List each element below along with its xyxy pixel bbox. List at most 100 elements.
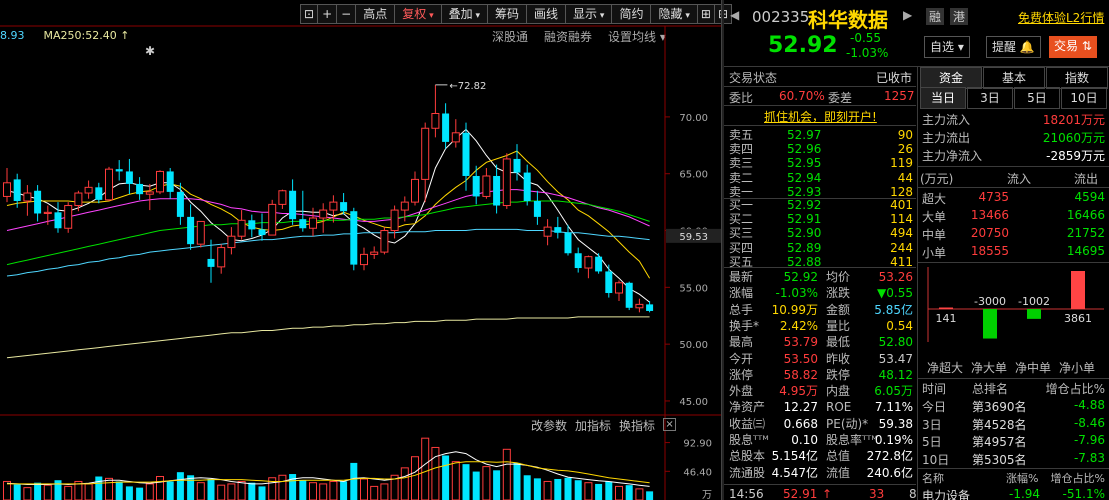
period-tab-10日[interactable]: 10日	[1061, 87, 1107, 109]
net-bar-value: -1002	[1018, 295, 1050, 308]
stats-row: 股息ᵀᵀᴹ 0.10 股息率ᵀᵀᴹ 0.19%	[729, 433, 913, 447]
volume-bar	[237, 480, 246, 500]
volume-bar	[543, 480, 552, 500]
volume-ma-line	[6, 451, 650, 487]
tick-arrow-icon: ↑	[822, 487, 833, 500]
l2-trial-link[interactable]: 免费体验L2行情	[1018, 9, 1104, 26]
fund-tab-指数[interactable]: 指数	[1046, 67, 1108, 89]
net-bar-value: 141	[936, 312, 957, 325]
ma-line-ma20	[6, 189, 650, 231]
volume-bar	[289, 474, 297, 500]
net-bar-净中单	[1027, 309, 1041, 319]
net-bar-净小单	[1071, 271, 1085, 309]
buys-row[interactable]: 买四 52.89 244	[729, 241, 919, 255]
candlestick-chart[interactable]: 70.0065.0060.0055.0050.0045.00←72.8259.5…	[0, 0, 721, 420]
volume-bar	[523, 475, 531, 500]
stats-row: 总手 10.99万 金额 5.85亿	[729, 302, 913, 317]
flow-value: 21060万元	[1042, 131, 1105, 145]
open-account-banner[interactable]: 抓住机会，即刻开户!	[764, 108, 877, 125]
flow-table-divider	[918, 187, 1109, 188]
volume-bar	[319, 483, 328, 500]
volume-bar	[166, 481, 174, 500]
volume-bar	[411, 456, 419, 500]
tick-price: 52.91	[783, 487, 818, 500]
close-indicator-icon[interactable]: ×	[663, 418, 677, 431]
period-tab-当日[interactable]: 当日	[920, 87, 966, 109]
indicator-toolbar: 改参数 加指标 换指标 ×	[531, 417, 677, 434]
candle	[340, 193, 348, 215]
stats-row: 净资产 12.27 ROE 7.11%	[729, 400, 913, 415]
trade-status-value: 已收市	[876, 71, 913, 85]
volume-bar	[105, 477, 113, 500]
prev-stock-icon[interactable]: ◀	[730, 8, 739, 22]
ma-line-ma10	[6, 150, 651, 279]
candle	[431, 84, 440, 138]
weibi-label: 委比	[729, 91, 754, 105]
candle	[625, 281, 633, 311]
volume-bar	[564, 477, 572, 500]
rank-row-pct: -7.96	[1073, 433, 1105, 447]
sells-row[interactable]: 卖五 52.97 90	[729, 128, 919, 142]
candle	[595, 253, 603, 274]
sells-row[interactable]: 卖三 52.95 119	[729, 156, 919, 170]
fund-tab-基本[interactable]: 基本	[983, 67, 1045, 89]
volume-bar	[13, 484, 21, 500]
volume-bar	[635, 488, 644, 500]
rank-row-rank: 第4957名	[972, 435, 1027, 449]
sells-row[interactable]: 卖一 52.93 128	[729, 185, 919, 199]
volume-bar	[451, 461, 460, 500]
buys-row[interactable]: 买二 52.91 114	[729, 212, 919, 226]
buys-row[interactable]: 买一 52.92 401	[729, 198, 919, 212]
trade-button[interactable]: 交易 ⇅	[1049, 36, 1097, 58]
margin-badge[interactable]: 融	[926, 8, 945, 25]
volume-bar	[340, 481, 348, 500]
volume-bar	[400, 467, 409, 500]
rank-row-time: 10日	[922, 452, 950, 467]
candle	[390, 205, 399, 239]
y-tick-label: 65.00	[679, 170, 708, 181]
period-tab-3日[interactable]: 3日	[967, 87, 1013, 109]
volume-bar	[278, 474, 287, 500]
fund-tab-资金[interactable]: 资金	[920, 67, 982, 89]
net-bar-label: 净中单	[1015, 360, 1051, 375]
volume-bar	[502, 448, 511, 500]
buys-row[interactable]: 买三 52.90 494	[729, 226, 919, 240]
alert-button[interactable]: 提醒 🔔	[986, 36, 1041, 58]
candle	[380, 227, 389, 255]
volume-tick-label: 万	[702, 490, 712, 500]
candle	[493, 164, 501, 214]
volume-bar	[248, 482, 256, 500]
flow-row-in: 20750	[970, 226, 1009, 240]
tick-volume: 33	[869, 487, 885, 500]
sector-header-change: 涨幅%	[1006, 472, 1039, 485]
sector-change: -1.94	[1009, 487, 1041, 500]
watchlist-button[interactable]: 自选 ▾	[924, 36, 970, 58]
hk-connect-badge[interactable]: 港	[950, 8, 969, 25]
volume-bar	[54, 480, 62, 500]
add-indicator-button[interactable]: 加指标	[575, 417, 611, 434]
volume-bar	[554, 478, 562, 500]
candle	[64, 202, 73, 233]
candle	[543, 219, 552, 246]
volume-bar	[574, 480, 582, 500]
bell-icon: 🔔	[1019, 40, 1035, 54]
net-bar-value: 3861	[1064, 312, 1092, 325]
switch-indicator-button[interactable]: 换指标	[619, 417, 655, 434]
volume-tick-label: 92.90	[683, 439, 712, 450]
sells-row[interactable]: 卖二 52.94 44	[729, 171, 919, 185]
candle	[360, 247, 368, 271]
sector-name[interactable]: 电力设备	[922, 487, 970, 500]
sector-header-pct: 增仓占比%	[1050, 472, 1105, 485]
period-tab-5日[interactable]: 5日	[1014, 87, 1060, 109]
rank-row-pct: -8.46	[1073, 415, 1105, 430]
edit-params-button[interactable]: 改参数	[531, 417, 567, 434]
next-stock-icon[interactable]: ▶	[903, 8, 912, 22]
tick-count: 8	[909, 487, 917, 500]
volume-bar	[595, 483, 603, 500]
sells-row[interactable]: 卖四 52.96 26	[729, 142, 919, 156]
volume-bar	[605, 481, 613, 500]
buys-row[interactable]: 买五 52.88 411	[729, 255, 919, 269]
stats-row: 流通股 4.547亿 流值 240.6亿	[729, 465, 913, 480]
chart-panel[interactable]: ⊡ + − 高点复权 ▾叠加 ▾筹码画线显示 ▾简约隐藏 ▾⊞⊟ 深股通融资融券…	[0, 0, 732, 500]
quote-panel: ◀ 002335 科华数据 ▶ 融 港 免费体验L2行情 52.92 -0.55…	[724, 0, 1109, 500]
